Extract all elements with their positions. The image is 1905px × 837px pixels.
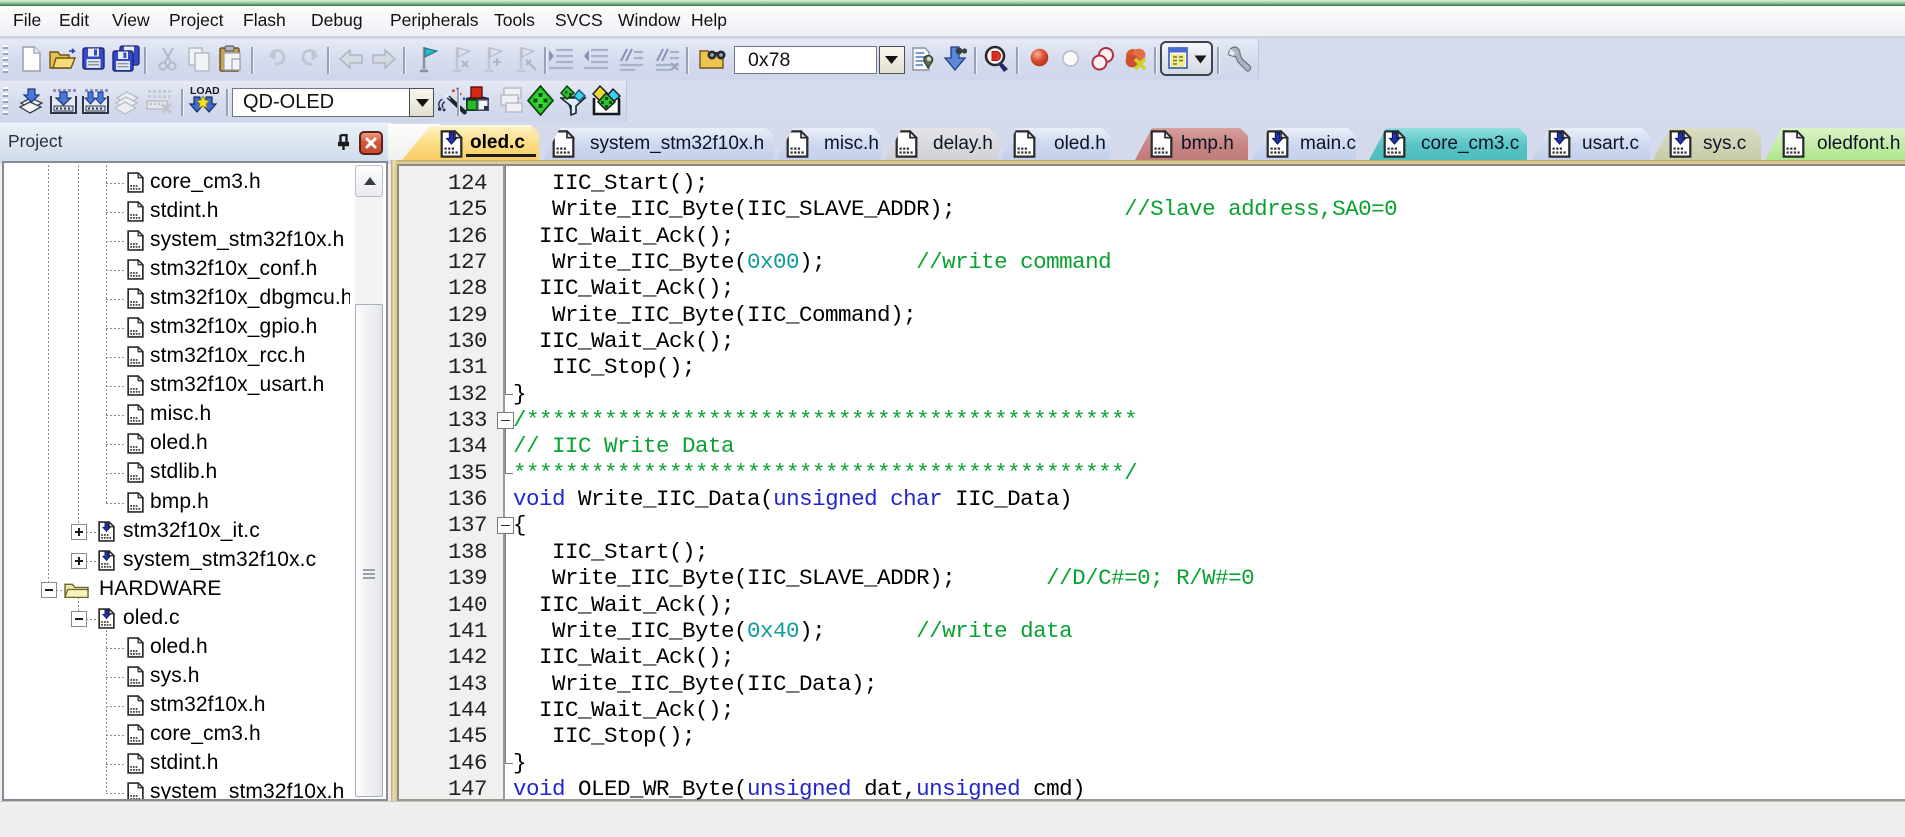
svg-text:LOAD: LOAD — [190, 85, 219, 97]
